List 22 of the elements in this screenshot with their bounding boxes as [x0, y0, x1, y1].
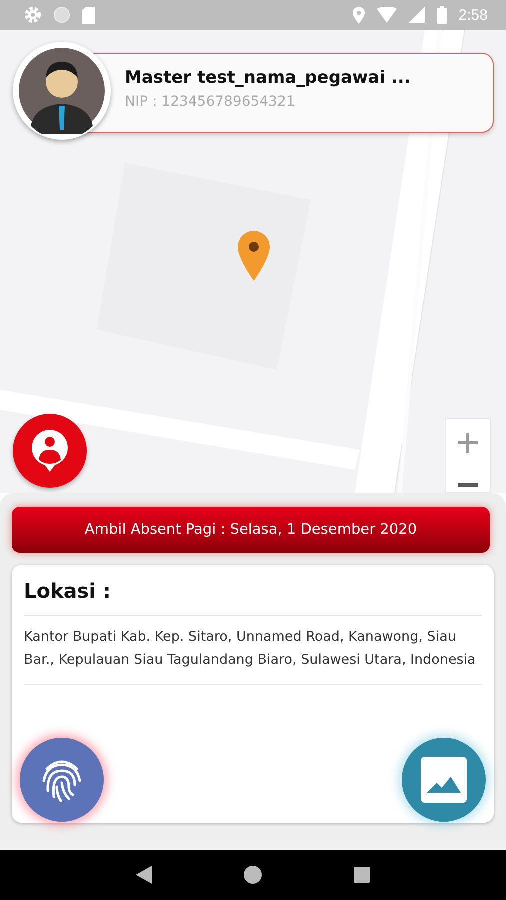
zoom-control[interactable]	[445, 418, 491, 493]
home-button[interactable]	[244, 866, 262, 884]
location-title: Lokasi :	[24, 579, 482, 616]
signal-icon	[408, 7, 425, 23]
sd-card-icon	[82, 6, 95, 24]
attendance-button[interactable]: Ambil Absent Pagi : Selasa, 1 Desember 2020	[12, 507, 490, 553]
location-icon	[352, 6, 365, 24]
employee-name: Master test_nama_pegawai ...	[125, 68, 412, 88]
user-pin-icon	[30, 430, 70, 472]
map-pin-icon	[238, 231, 270, 281]
circle-icon	[54, 7, 70, 23]
location-address: Kantor Bupati Kab. Kep. Sitaro, Unnamed Road, Kanawong, Siau Bar., Kepulauan Siau Tagulandang Biaro, Sulawesi Utara, Indonesia	[24, 616, 482, 685]
image-icon	[421, 757, 467, 803]
battery-icon	[436, 6, 447, 24]
avatar-icon	[19, 48, 105, 134]
plus-icon	[458, 433, 478, 453]
back-button[interactable]	[136, 866, 152, 884]
settings-icon	[24, 6, 42, 24]
clock: 2:58	[458, 6, 488, 24]
wifi-icon	[376, 7, 397, 23]
minus-icon	[458, 483, 478, 487]
employee-id: NIP : 123456789654321	[125, 94, 296, 110]
